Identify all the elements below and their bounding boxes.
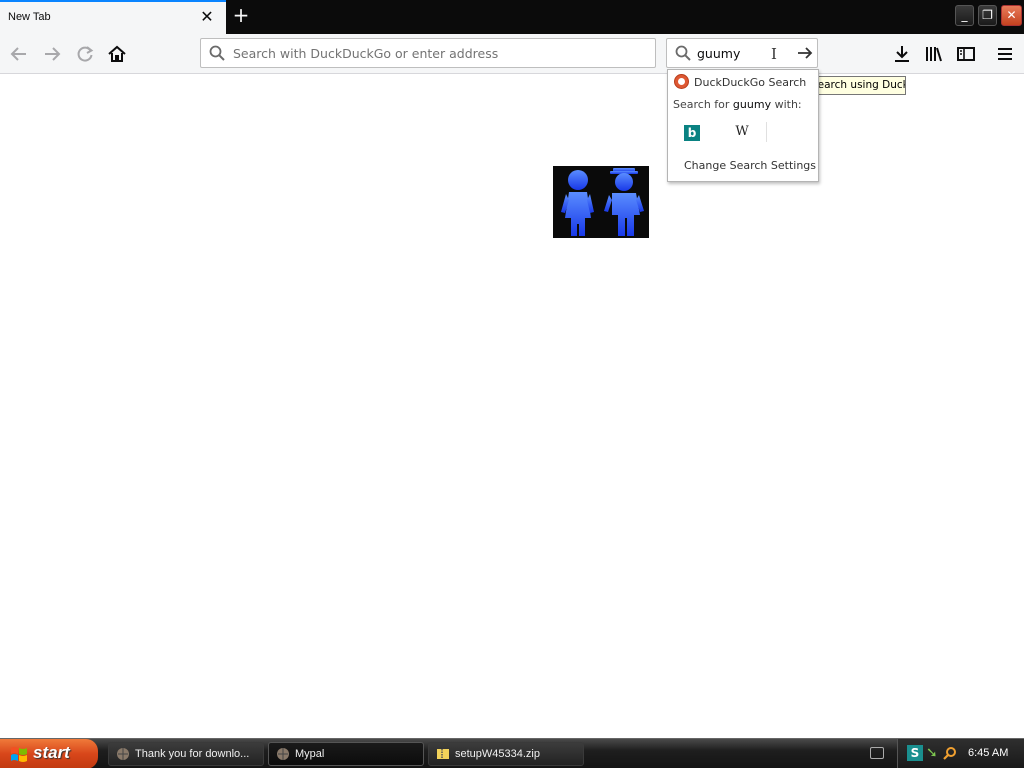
system-tray: S ➘ 6:45 AM: [897, 739, 1024, 768]
text-cursor-icon: I: [771, 45, 777, 63]
tab-title: New Tab: [8, 11, 51, 23]
plus-icon[interactable]: +: [230, 5, 252, 27]
restore-window-button[interactable]: ❐: [978, 5, 997, 26]
library-icon[interactable]: [922, 42, 946, 66]
taskbar-item-label: Mypal: [295, 748, 325, 760]
download-icon[interactable]: [890, 42, 914, 66]
people-image: [553, 166, 649, 238]
start-label: start: [33, 743, 70, 762]
minimize-window-button[interactable]: _: [955, 5, 974, 26]
search-bar[interactable]: guumy I: [666, 38, 818, 68]
back-arrow-icon[interactable]: [7, 42, 31, 66]
close-window-button[interactable]: ✕: [1001, 5, 1022, 26]
popup-engine-label: DuckDuckGo Search: [694, 76, 807, 89]
taskbar-item-setup-zip[interactable]: setupW45334.zip: [428, 742, 584, 766]
popup-search-for-text: Search for guumy with:: [673, 98, 802, 111]
clock: 6:45 AM: [968, 747, 1009, 759]
tab-new-tab[interactable]: New Tab ✕: [0, 0, 226, 34]
close-icon[interactable]: ✕: [198, 8, 216, 26]
popup-current-engine[interactable]: DuckDuckGo Search: [668, 72, 818, 92]
bing-icon[interactable]: b: [684, 125, 700, 141]
keyboard-icon[interactable]: [870, 747, 884, 759]
search-tooltip: Search using DuckDuckGo: [812, 76, 906, 95]
windows-logo-icon: [11, 747, 27, 762]
popup-divider: [766, 122, 767, 142]
search-icon: [675, 45, 691, 61]
browser-app-icon: [117, 748, 129, 760]
address-bar[interactable]: [200, 38, 656, 68]
tab-strip: New Tab ✕ + _ ❐ ✕: [0, 0, 1024, 34]
tray-search-icon[interactable]: [943, 745, 959, 761]
search-engine-popup: DuckDuckGo Search Search for guumy with:…: [667, 69, 819, 182]
search-icon: [209, 45, 225, 61]
network-icon[interactable]: ➘: [926, 745, 940, 761]
browser-app-icon: [277, 748, 289, 760]
popup-search-term: guumy: [732, 98, 772, 111]
hamburger-menu-icon[interactable]: [993, 42, 1017, 66]
sidebar-icon[interactable]: [954, 42, 978, 66]
start-button[interactable]: start: [0, 739, 98, 768]
arrow-right-icon[interactable]: [794, 41, 816, 65]
change-search-settings-button[interactable]: Change Search Settings: [684, 159, 816, 172]
taskbar-item-thank-you[interactable]: Thank you for downlo...: [108, 742, 264, 766]
wikipedia-icon[interactable]: W: [734, 124, 750, 142]
taskbar: start Thank you for downlo... Mypal setu…: [0, 738, 1024, 768]
navigation-toolbar: guumy I: [0, 34, 1024, 74]
home-icon[interactable]: [105, 42, 129, 66]
taskbar-item-label: Thank you for downlo...: [135, 748, 250, 760]
forward-arrow-icon[interactable]: [40, 42, 64, 66]
tray-s-icon[interactable]: S: [907, 745, 923, 761]
reload-icon[interactable]: [73, 42, 97, 66]
taskbar-item-mypal[interactable]: Mypal: [268, 742, 424, 766]
zip-folder-icon: [437, 749, 449, 759]
duckduckgo-icon: [674, 74, 689, 89]
search-input-value[interactable]: guumy: [697, 46, 740, 61]
taskbar-item-label: setupW45334.zip: [455, 748, 540, 760]
address-input[interactable]: [233, 39, 643, 67]
desktop-screen: New Tab ✕ + _ ❐ ✕ guumy I: [0, 0, 1024, 768]
